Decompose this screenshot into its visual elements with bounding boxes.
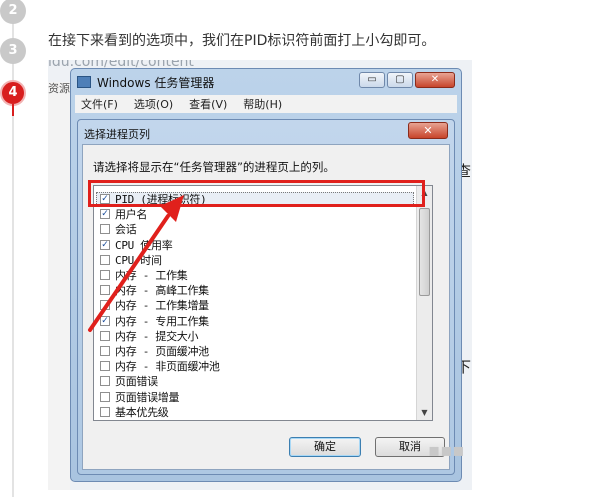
menu-file[interactable]: 文件(F) [81, 96, 118, 112]
window-controls: ▭ ▢ ✕ [359, 72, 455, 88]
column-option-label: 内存 - 高峰工作集 [115, 284, 209, 298]
column-option-label: 内存 - 工作集增量 [115, 299, 209, 313]
column-option[interactable]: 基本优先级 [100, 405, 169, 419]
task-manager-window: Windows 任务管理器 ▭ ▢ ✕ 文件(F) 选项(O) 查看(V) 帮助… [70, 68, 462, 482]
column-option-label: 会话 [115, 223, 137, 237]
task-manager-screenshot: idu.com/edit/content 资源 查 下 Windows 任务管理… [48, 60, 472, 490]
checkbox-unchecked-icon[interactable] [100, 391, 110, 402]
column-option-label: 内存 - 工作集 [115, 269, 188, 282]
dialog-title: 选择进程页列 [84, 128, 150, 141]
checkbox-unchecked-icon[interactable] [100, 376, 110, 387]
checkbox-unchecked-icon[interactable] [100, 285, 110, 296]
column-option-label: 内存 - 页面缓冲池 [115, 345, 209, 358]
column-option-label: 页面错误 [115, 375, 158, 389]
column-option[interactable]: 页面错误增量 [100, 390, 180, 404]
pid-highlight-box [88, 180, 425, 207]
column-option[interactable]: 会话 [100, 222, 137, 237]
window-close-icon[interactable]: ✕ [415, 72, 455, 88]
column-checkbox-list[interactable]: ▲ ▼ ✓ PID (进程标识符) ✓ 用户名 会话 ✓ CPU 使用率 CPU 时间 内存 -… [93, 185, 433, 421]
step-4-badge[interactable]: 4 [0, 80, 26, 106]
menu-options[interactable]: 选项(O) [134, 96, 173, 112]
ok-button[interactable]: 确定 [289, 437, 361, 457]
column-option[interactable]: 内存 - 提交大小 [100, 329, 198, 343]
menu-view[interactable]: 查看(V) [189, 96, 227, 112]
dialog-prompt: 请选择将显示在“任务管理器”的进程页上的列。 [93, 160, 335, 174]
column-option[interactable]: 内存 - 页面缓冲池 [100, 344, 209, 358]
background-left-text: 资源 [48, 82, 70, 95]
background-left-panel [48, 82, 70, 490]
column-option-label: 内存 - 专用工作集 [115, 314, 209, 328]
step-timeline [12, 0, 14, 497]
checkbox-checked-icon[interactable]: ✓ [100, 209, 110, 220]
step-3-badge[interactable]: 3 [0, 38, 26, 64]
column-option[interactable]: 页面错误 [100, 374, 158, 388]
checkbox-checked-icon[interactable]: ✓ [100, 315, 110, 326]
scroll-down-icon[interactable]: ▼ [417, 406, 432, 420]
watermark-image: ▪▪▪ [428, 440, 465, 461]
checkbox-unchecked-icon[interactable] [100, 406, 110, 417]
checkbox-checked-icon[interactable]: ✓ [100, 239, 110, 250]
column-option[interactable]: ✓ CPU 使用率 [100, 238, 173, 252]
checkbox-unchecked-icon[interactable] [100, 254, 110, 265]
maximize-icon[interactable]: ▢ [387, 72, 413, 88]
menu-help[interactable]: 帮助(H) [243, 96, 282, 112]
column-option-label: 用户名 [115, 208, 148, 222]
list-scrollbar[interactable]: ▲ ▼ [416, 186, 432, 420]
checkbox-unchecked-icon[interactable] [100, 224, 110, 235]
column-option[interactable]: 内存 - 非页面缓冲池 [100, 359, 220, 373]
task-manager-titlebar: Windows 任务管理器 [77, 73, 214, 91]
minimize-icon[interactable]: ▭ [359, 72, 385, 88]
column-option[interactable]: 内存 - 工作集增量 [100, 298, 209, 312]
column-option[interactable]: CPU 时间 [100, 253, 162, 267]
step-2-badge[interactable]: 2 [0, 0, 26, 24]
column-option-label: 基本优先级 [115, 405, 169, 419]
column-option-label: 内存 - 非页面缓冲池 [115, 360, 220, 374]
column-option-label: 内存 - 提交大小 [115, 329, 199, 343]
task-manager-menubar: 文件(F) 选项(O) 查看(V) 帮助(H) [75, 95, 457, 113]
checkbox-unchecked-icon[interactable] [100, 300, 110, 311]
checkbox-unchecked-icon[interactable] [100, 330, 110, 341]
column-option[interactable]: ✓ 用户名 [100, 207, 147, 221]
task-manager-app-icon [77, 76, 91, 88]
column-option-label: CPU 时间 [115, 253, 162, 267]
column-option[interactable]: ✓ 内存 - 专用工作集 [100, 314, 209, 328]
dialog-close-icon[interactable]: ✕ [408, 122, 448, 139]
checkbox-unchecked-icon[interactable] [100, 270, 110, 280]
checkbox-unchecked-icon[interactable] [100, 361, 110, 372]
column-option-label: CPU 使用率 [115, 238, 173, 252]
active-step-tail [12, 104, 14, 116]
column-option-label: 页面错误增量 [115, 390, 180, 404]
column-option[interactable]: 内存 - 工作集 [100, 268, 188, 282]
task-manager-title: Windows 任务管理器 [97, 75, 215, 90]
checkbox-unchecked-icon[interactable] [100, 346, 110, 356]
scroll-thumb[interactable] [419, 208, 430, 296]
column-option[interactable]: 内存 - 高峰工作集 [100, 283, 209, 297]
select-columns-dialog: 选择进程页列 ✕ 请选择将显示在“任务管理器”的进程页上的列。 ▲ ▼ ✓ PID… [77, 119, 455, 475]
step-instruction: 在接下来看到的选项中，我们在PID标识符前面打上小勾即可。 [48, 33, 436, 49]
